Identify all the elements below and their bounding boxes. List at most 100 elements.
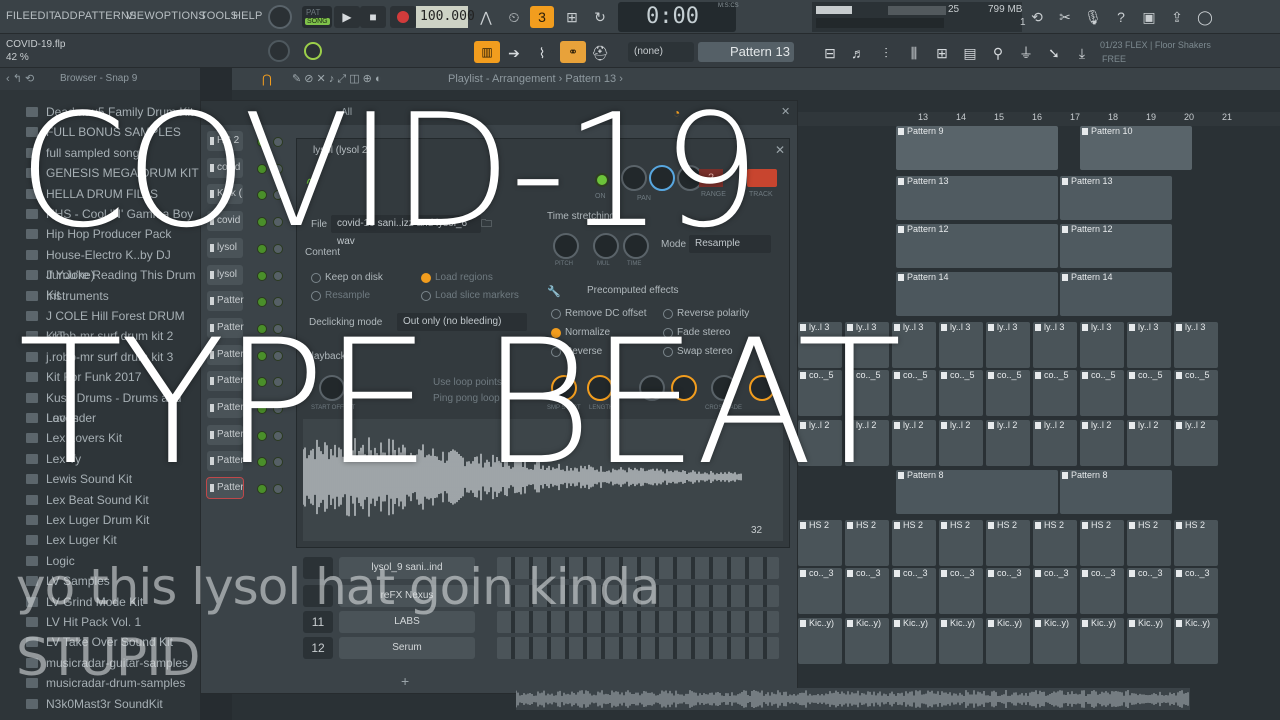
countdown-icon[interactable]: 3 bbox=[530, 6, 554, 28]
lane-clip[interactable]: co.._5 bbox=[1127, 370, 1171, 416]
lane-clip[interactable]: ly..l 2 bbox=[939, 420, 983, 466]
send-icon[interactable]: ➘ bbox=[1042, 42, 1066, 64]
browser-folder-item[interactable]: Lex Luger Kit bbox=[16, 530, 200, 550]
plug-icon[interactable]: ⏚ bbox=[1014, 42, 1038, 64]
add-channel-icon[interactable]: + bbox=[401, 673, 409, 689]
loop-record-icon[interactable]: ↻ bbox=[588, 6, 612, 28]
pattern-clip[interactable]: Pattern 8 bbox=[1060, 470, 1172, 514]
wait-input-icon[interactable]: ⏲ bbox=[502, 6, 526, 28]
lane-clip[interactable]: ly..l 2 bbox=[986, 420, 1030, 466]
pattern-clip[interactable]: Pattern 12 bbox=[896, 224, 1058, 268]
channel-mute-led[interactable] bbox=[257, 270, 267, 281]
lane-clip[interactable]: Kic..y) bbox=[939, 618, 983, 664]
lane-clip[interactable]: HS 2 bbox=[986, 520, 1030, 566]
timeline-ruler[interactable]: 13 14 15 16 17 18 19 20 21 bbox=[798, 112, 1280, 126]
playlist-icon[interactable]: ⊟ bbox=[818, 42, 842, 64]
step-sequencer[interactable] bbox=[497, 637, 779, 659]
export-icon[interactable]: ⇪ bbox=[1166, 6, 1188, 28]
lane-clip[interactable]: co.._3 bbox=[939, 568, 983, 614]
rack-channel-name[interactable]: Serum bbox=[339, 637, 475, 659]
pattern-clip[interactable]: Pattern 13 bbox=[896, 176, 1058, 220]
download-icon[interactable]: ⤓ bbox=[1070, 42, 1094, 64]
lane-clip[interactable]: HS 2 bbox=[798, 520, 842, 566]
lane-clip[interactable]: Kic..y) bbox=[892, 618, 936, 664]
menu-add[interactable]: ADD bbox=[54, 10, 78, 22]
play-button[interactable]: ▶ bbox=[334, 6, 360, 28]
lane-clip[interactable]: co.._5 bbox=[1033, 370, 1077, 416]
lane-clip[interactable]: ly..l 3 bbox=[986, 322, 1030, 368]
lane-clip[interactable]: HS 2 bbox=[845, 520, 889, 566]
lane-clip[interactable]: ly..l 3 bbox=[1080, 322, 1124, 368]
snap-select[interactable]: (none) bbox=[628, 42, 694, 62]
lane-clip[interactable]: ly..l 3 bbox=[1033, 322, 1077, 368]
lane-clip[interactable]: HS 2 bbox=[892, 520, 936, 566]
chat-icon[interactable]: ◯ bbox=[1194, 6, 1216, 28]
resample-radio[interactable] bbox=[311, 291, 321, 301]
pattern-song-toggle[interactable]: PAT SONG bbox=[302, 6, 332, 28]
close-icon[interactable]: ✕ bbox=[781, 105, 790, 118]
scissors-icon[interactable]: ✂ bbox=[1054, 6, 1076, 28]
arrow-right-icon[interactable]: ➔ bbox=[502, 42, 526, 64]
browser-folder-item[interactable]: N3k0Mast3r SoundKit bbox=[16, 694, 200, 714]
undo-icon[interactable]: ⟲ bbox=[1026, 6, 1048, 28]
pattern-clip[interactable]: Pattern 14 bbox=[896, 272, 1058, 316]
mixer-icon[interactable]: ⫼ bbox=[902, 42, 926, 64]
pattern-clip[interactable]: Pattern 12 bbox=[1060, 224, 1172, 268]
lane-clip[interactable]: HS 2 bbox=[939, 520, 983, 566]
lane-clip[interactable]: co.._3 bbox=[892, 568, 936, 614]
menu-view[interactable]: VIEW bbox=[126, 10, 155, 22]
lane-clip[interactable]: co.._5 bbox=[1174, 370, 1218, 416]
lane-clip[interactable]: co.._3 bbox=[845, 568, 889, 614]
browser-icon[interactable]: ⊞ bbox=[930, 42, 954, 64]
lane-clip[interactable]: co.._3 bbox=[1033, 568, 1077, 614]
channel-pan-knob[interactable] bbox=[273, 270, 283, 281]
browser-folder-item[interactable]: Lex Luger Drum Kit bbox=[16, 510, 200, 530]
audio-clip-lane[interactable] bbox=[515, 688, 1190, 710]
lane-clip[interactable]: ly..l 2 bbox=[1080, 420, 1124, 466]
load-slice-radio[interactable] bbox=[421, 291, 431, 301]
lane-clip[interactable]: ly..l 2 bbox=[1174, 420, 1218, 466]
lane-clip[interactable]: HS 2 bbox=[1033, 520, 1077, 566]
lane-clip[interactable]: HS 2 bbox=[1127, 520, 1171, 566]
step-edit-icon[interactable]: ⊞ bbox=[560, 6, 584, 28]
lane-clip[interactable]: co.._3 bbox=[798, 568, 842, 614]
pattern-clip[interactable]: Pattern 10 bbox=[1080, 126, 1192, 170]
lane-clip[interactable]: Kic..y) bbox=[1127, 618, 1171, 664]
lane-clip[interactable]: Kic..y) bbox=[986, 618, 1030, 664]
lane-clip[interactable]: co.._3 bbox=[1080, 568, 1124, 614]
channel-button[interactable]: lysol bbox=[207, 264, 243, 285]
master-pitch-knob[interactable] bbox=[268, 40, 290, 62]
pattern-clip[interactable]: Pattern 13 bbox=[1060, 176, 1172, 220]
metronome-icon[interactable]: ⋀ bbox=[474, 6, 498, 28]
lane-clip[interactable]: co.._3 bbox=[1174, 568, 1218, 614]
lane-clip[interactable]: ly..l 2 bbox=[1127, 420, 1171, 466]
piano-roll-icon[interactable]: ♬ bbox=[846, 42, 870, 64]
stop-button[interactable]: ■ bbox=[360, 6, 386, 28]
link-icon[interactable]: ⚭ bbox=[560, 41, 586, 63]
pattern-clip[interactable]: Pattern 8 bbox=[896, 470, 1058, 514]
lane-clip[interactable]: ly..l 3 bbox=[1174, 322, 1218, 368]
channel-rack-icon[interactable]: ⫶ bbox=[874, 42, 898, 64]
piano-roll-snap-button[interactable]: ▥ bbox=[474, 41, 500, 63]
tempo-display[interactable]: 100.000 bbox=[416, 6, 475, 28]
help-icon[interactable]: ? bbox=[1110, 6, 1132, 28]
lane-clip[interactable]: ly..l 2 bbox=[1033, 420, 1077, 466]
master-volume-knob[interactable] bbox=[268, 5, 292, 29]
news-line[interactable]: 01/23 FLEX | Floor Shakers bbox=[1100, 40, 1211, 50]
menu-options[interactable]: OPTIONS bbox=[155, 10, 206, 22]
lane-clip[interactable]: ly..l 3 bbox=[1127, 322, 1171, 368]
lane-clip[interactable]: co.._5 bbox=[1080, 370, 1124, 416]
save-icon[interactable]: ▣ bbox=[1138, 6, 1160, 28]
menu-edit[interactable]: EDIT bbox=[30, 10, 56, 22]
main-volume-knob[interactable] bbox=[304, 42, 322, 60]
lane-clip[interactable]: HS 2 bbox=[1174, 520, 1218, 566]
lane-clip[interactable]: co.._3 bbox=[986, 568, 1030, 614]
lane-clip[interactable]: HS 2 bbox=[1080, 520, 1124, 566]
lane-clip[interactable]: Kic..y) bbox=[1033, 618, 1077, 664]
lane-clip[interactable]: co.._5 bbox=[986, 370, 1030, 416]
lane-clip[interactable]: ly..l 3 bbox=[939, 322, 983, 368]
menu-help[interactable]: HELP bbox=[233, 10, 263, 22]
lane-clip[interactable]: Kic..y) bbox=[1174, 618, 1218, 664]
lane-clip[interactable]: Kic..y) bbox=[845, 618, 889, 664]
lane-clip[interactable]: Kic..y) bbox=[1080, 618, 1124, 664]
